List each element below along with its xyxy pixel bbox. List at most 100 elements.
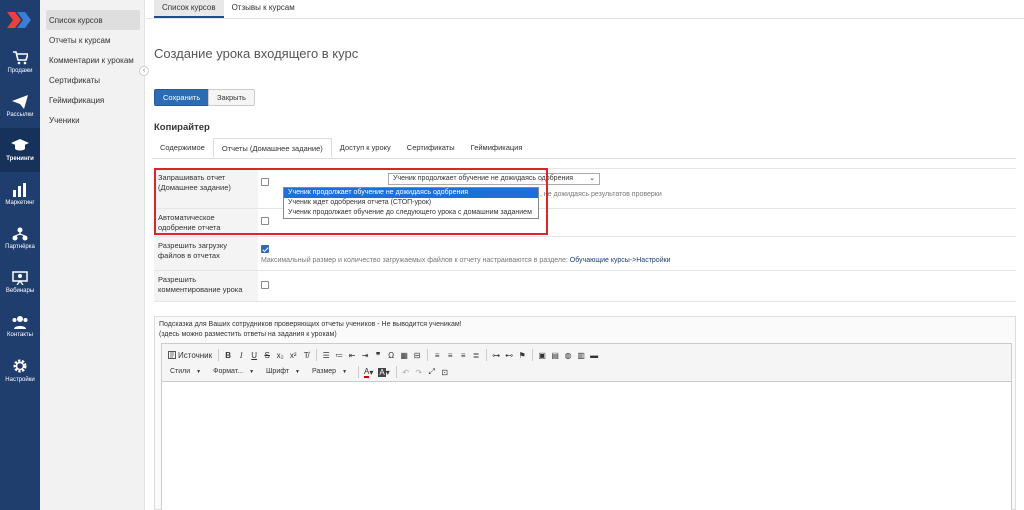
editor-text-area[interactable]	[161, 381, 1012, 510]
rail-item-label: Партнёрка	[5, 243, 35, 250]
rail-item-contacts[interactable]: Контакты	[0, 304, 40, 348]
redo-icon[interactable]: ↷	[413, 365, 425, 379]
courses-settings-link[interactable]: Обучающие курсы->Настройки	[570, 257, 671, 264]
table-icon[interactable]: ▤	[549, 348, 561, 362]
italic-icon[interactable]: I	[235, 348, 247, 362]
paper-plane-icon	[12, 94, 28, 109]
align-center-icon[interactable]: ≡	[444, 348, 456, 362]
form-row-file-upload: Разрешить загрузку файлов в отчетах Макс…	[154, 236, 1016, 270]
auto-approve-checkbox[interactable]	[261, 217, 269, 225]
report-mode-option[interactable]: Ученик ждет одобрения отчета (СТОП-урок)	[284, 198, 538, 208]
iframe-icon[interactable]: ◍	[562, 348, 574, 362]
flash-icon[interactable]: ▥	[575, 348, 587, 362]
section-title: Копирайтер	[154, 122, 210, 133]
image-icon[interactable]: ▣	[536, 348, 548, 362]
close-button[interactable]: Закрыть	[208, 89, 255, 106]
undo-icon[interactable]: ↶	[400, 365, 412, 379]
file-upload-checkbox[interactable]	[261, 245, 269, 253]
file-upload-hint: Максимальный размер и количество загружа…	[261, 257, 568, 264]
source-icon	[168, 351, 176, 359]
chevrons-logo-icon	[7, 12, 31, 28]
language-icon[interactable]: ⊟	[411, 348, 423, 362]
anchor-icon[interactable]: ⚑	[516, 348, 528, 362]
format-combo[interactable]: Формат... ▼	[209, 366, 258, 378]
bold-icon[interactable]: B	[222, 348, 234, 362]
rail-item-label: Продажи	[7, 67, 33, 74]
remove-format-icon[interactable]: T̸	[300, 348, 312, 362]
lesson-comments-label: Разрешить комментирование урока	[154, 271, 258, 301]
subnav-item-certificates[interactable]: Сертификаты	[46, 70, 140, 90]
chevron-down-icon: ⌄	[589, 175, 595, 182]
divider	[152, 158, 1016, 159]
subnav-item-course-reports[interactable]: Отчеты к курсам	[46, 30, 140, 50]
save-button[interactable]: Сохранить	[154, 89, 210, 106]
brand-logo[interactable]	[0, 0, 40, 40]
editor-toolbar: Источник B I U S x₂ x² T̸ ☰ ≔ ⇤ ⇥ ❞ Ω ▦ …	[161, 343, 1012, 381]
link-icon[interactable]: ⊶	[490, 348, 502, 362]
bullet-list-icon[interactable]: ≔	[333, 348, 345, 362]
blockquote-icon[interactable]: ❞	[372, 348, 384, 362]
tab-lesson-access[interactable]: Доступ к уроку	[332, 138, 399, 158]
divider	[146, 18, 1024, 19]
styles-combo[interactable]: Стили ▼	[166, 366, 205, 378]
rail-item-mailings[interactable]: Рассылки	[0, 84, 40, 128]
indent-icon[interactable]: ⇥	[359, 348, 371, 362]
trainings-subnav: Список курсов Отчеты к курсам Комментари…	[40, 0, 149, 510]
rail-item-partners[interactable]: Партнёрка	[0, 216, 40, 260]
subnav-item-course-list[interactable]: Список курсов	[46, 10, 140, 30]
reviewer-hint-editor: Подсказка для Ваших сотрудников проверяю…	[154, 316, 1016, 510]
bar-chart-icon	[13, 182, 26, 197]
tab-gamification[interactable]: Геймификация	[463, 138, 531, 158]
source-label: Источник	[178, 350, 213, 360]
div-container-icon[interactable]: ▦	[398, 348, 410, 362]
size-combo[interactable]: Размер ▼	[308, 366, 351, 378]
rail-item-sales[interactable]: Продажи	[0, 40, 40, 84]
subnav-item-gamification[interactable]: Геймификация	[46, 90, 140, 110]
subscript-icon[interactable]: x₂	[274, 348, 286, 362]
font-combo[interactable]: Шрифт ▼	[262, 366, 304, 378]
editor-label-line1: Подсказка для Ваших сотрудников проверяю…	[159, 321, 462, 328]
network-icon	[12, 227, 28, 240]
subnav-item-lesson-comments[interactable]: Комментарии к урокам	[46, 50, 140, 70]
align-left-icon[interactable]: ≡	[431, 348, 443, 362]
report-mode-option[interactable]: Ученик продолжает обучение до следующего…	[284, 208, 538, 218]
align-right-icon[interactable]: ≡	[457, 348, 469, 362]
rail-item-webinars[interactable]: Вебинары	[0, 260, 40, 304]
strikethrough-icon[interactable]: S	[261, 348, 273, 362]
rail-item-settings[interactable]: Настройки	[0, 348, 40, 392]
unlink-icon[interactable]: ⊷	[503, 348, 515, 362]
superscript-icon[interactable]: x²	[287, 348, 299, 362]
report-mode-option[interactable]: Ученик продолжает обучение не дожидаясь …	[284, 188, 538, 198]
tab-content[interactable]: Содержимое	[152, 138, 213, 158]
rail-item-label: Тренинги	[6, 155, 34, 162]
cart-icon	[13, 50, 28, 64]
report-mode-select[interactable]: Ученик продолжает обучение не дожидаясь …	[388, 173, 600, 185]
request-report-checkbox[interactable]	[261, 178, 269, 186]
rail-item-marketing[interactable]: Маркетинг	[0, 172, 40, 216]
text-color-icon[interactable]: A ▾	[362, 365, 375, 379]
rail-item-label: Маркетинг	[5, 199, 35, 206]
align-justify-icon[interactable]: ≣	[470, 348, 482, 362]
preview-icon[interactable]: ⊡	[439, 365, 451, 379]
tab-reports[interactable]: Отчеты (Домашнее задание)	[212, 138, 332, 158]
outdent-icon[interactable]: ⇤	[346, 348, 358, 362]
toptab-course-reviews[interactable]: Отзывы к курсам	[224, 0, 303, 18]
rail-item-label: Рассылки	[6, 111, 34, 118]
dropdown-arrow-icon: ▼	[196, 369, 202, 375]
main-content: Список курсов Отзывы к курсам Создание у…	[146, 0, 1024, 510]
rail-item-label: Настройки	[5, 376, 35, 383]
maximize-icon[interactable]: ⤢	[426, 365, 438, 379]
toptab-course-list[interactable]: Список курсов	[154, 0, 224, 18]
background-color-icon[interactable]: A ▾	[376, 365, 391, 379]
source-button[interactable]: Источник	[166, 348, 214, 362]
lesson-comments-checkbox[interactable]	[261, 281, 269, 289]
underline-icon[interactable]: U	[248, 348, 260, 362]
tab-certificates[interactable]: Сертификаты	[399, 138, 463, 158]
dropdown-arrow-icon: ▼	[249, 369, 255, 375]
subnav-item-students[interactable]: Ученики	[46, 110, 140, 130]
omega-icon[interactable]: Ω	[385, 348, 397, 362]
horizontal-rule-icon[interactable]: ▬	[588, 348, 600, 362]
rail-item-trainings[interactable]: Тренинги	[0, 128, 40, 172]
numbered-list-icon[interactable]: ☰	[320, 348, 332, 362]
report-mode-options: Ученик продолжает обучение не дожидаясь …	[283, 187, 539, 219]
